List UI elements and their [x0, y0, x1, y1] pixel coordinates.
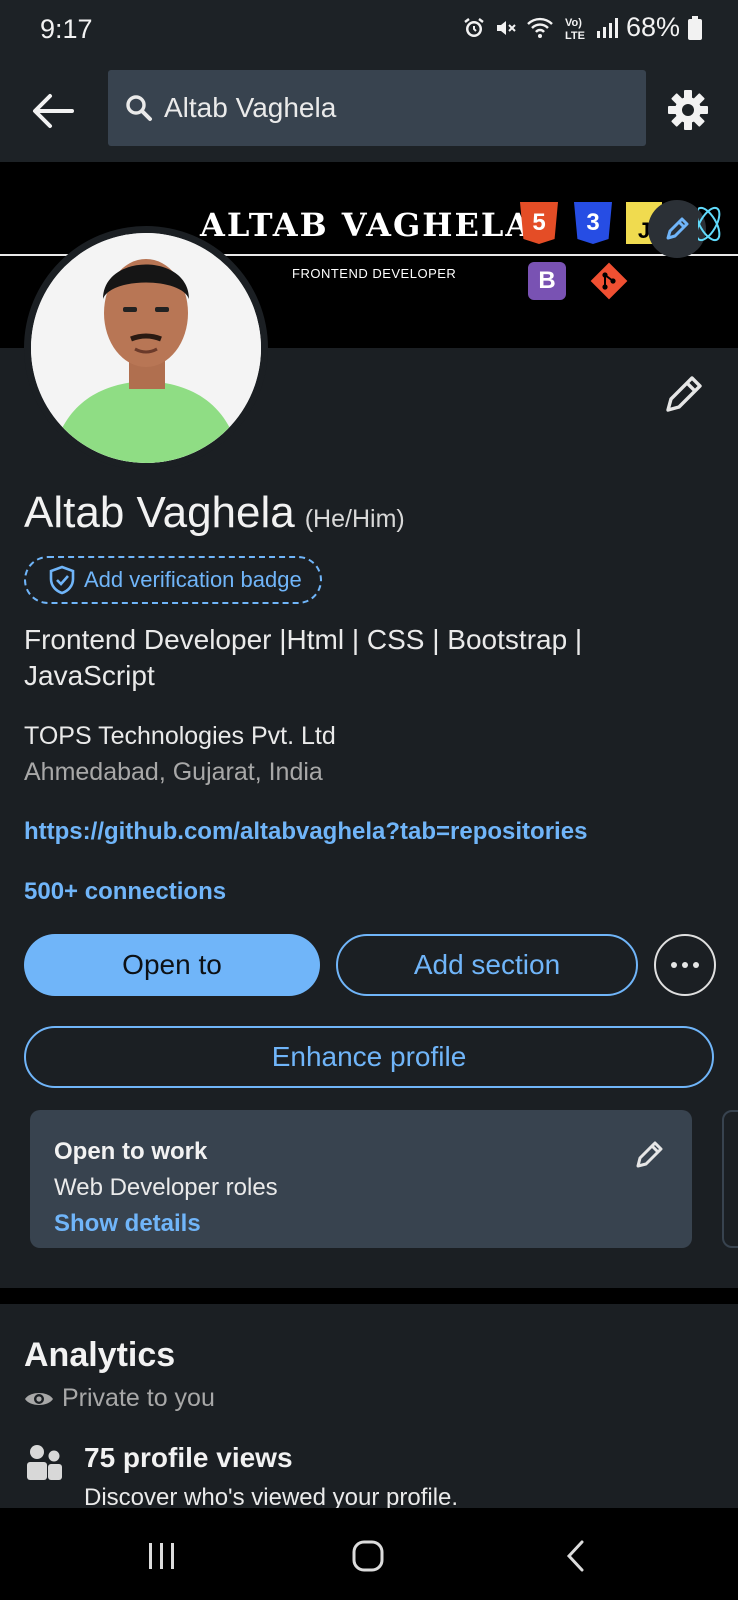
svg-text:LTE: LTE — [565, 30, 585, 42]
pencil-icon — [636, 1141, 663, 1168]
home-button[interactable] — [338, 1528, 398, 1584]
recent-apps-icon — [149, 1543, 174, 1569]
mute-icon — [496, 20, 516, 35]
analytics-section: Analytics Private to you 75 profile view… — [0, 1304, 738, 1511]
system-nav-bar — [0, 1508, 738, 1600]
pencil-icon — [666, 376, 702, 412]
bootstrap-logo: B — [528, 262, 566, 300]
profile-location: Ahmedabad, Gujarat, India — [24, 758, 323, 786]
profile-views-item[interactable]: 75 profile views Discover who's viewed y… — [24, 1442, 458, 1512]
open-to-work-card[interactable]: Open to work Web Developer roles Show de… — [30, 1110, 692, 1248]
pencil-icon — [666, 217, 689, 240]
analytics-privacy: Private to you — [24, 1384, 215, 1413]
add-section-button[interactable]: Add section — [336, 934, 638, 996]
section-separator — [0, 1288, 738, 1304]
back-button[interactable] — [28, 86, 78, 136]
arrow-left-icon — [33, 94, 74, 128]
profile-name: Altab Vaghela — [24, 488, 295, 537]
connections-link[interactable]: 500+ connections — [24, 878, 226, 906]
status-bar: 9:17 Vo) LTE 68% — [0, 0, 738, 58]
open-to-work-roles: Web Developer roles — [54, 1174, 278, 1201]
more-options-button[interactable] — [654, 934, 716, 996]
html5-logo: 5 — [520, 202, 558, 244]
open-to-work-title: Open to work — [54, 1138, 208, 1165]
git-logo — [590, 262, 628, 300]
banner-subtitle: FRONTEND DEVELOPER — [292, 266, 457, 281]
chevron-left-icon — [566, 1540, 584, 1572]
volte-icon: Vo)LTE — [565, 17, 585, 42]
verification-label: Add verification badge — [84, 567, 302, 592]
search-input[interactable]: Altab Vaghela — [108, 70, 646, 146]
add-verification-badge-button[interactable]: Add verification badge — [24, 556, 322, 604]
profile-views-count: 75 profile views — [84, 1442, 293, 1473]
signal-icon — [596, 17, 618, 38]
profile-website-link[interactable]: https://github.com/altabvaghela?tab=repo… — [24, 818, 587, 846]
name-row: Altab Vaghela (He/Him) — [24, 488, 405, 538]
recent-apps-button[interactable] — [132, 1528, 192, 1584]
system-back-button[interactable] — [546, 1528, 606, 1584]
edit-open-to-work-button[interactable] — [632, 1138, 666, 1172]
alarm-icon — [464, 17, 484, 37]
settings-button[interactable] — [662, 84, 714, 136]
search-icon — [126, 95, 152, 121]
open-to-button[interactable]: Open to — [24, 934, 320, 996]
profile-avatar[interactable] — [24, 226, 268, 470]
analytics-title: Analytics — [24, 1336, 176, 1374]
profile-headline: Frontend Developer |Html | CSS | Bootstr… — [24, 624, 583, 691]
enhance-profile-button[interactable]: Enhance profile — [24, 1026, 714, 1088]
react-logo — [698, 206, 721, 242]
svg-text:Vo): Vo) — [565, 17, 582, 29]
next-card-peek[interactable] — [722, 1110, 738, 1248]
gear-icon — [668, 90, 708, 130]
shield-check-icon — [49, 565, 75, 595]
home-icon — [352, 1540, 384, 1572]
people-icon — [27, 1445, 62, 1480]
show-details-link[interactable]: Show details — [54, 1210, 201, 1238]
battery-icon — [688, 15, 702, 40]
status-time: 9:17 — [40, 14, 93, 44]
search-value: Altab Vaghela — [164, 92, 337, 123]
edit-intro-button[interactable] — [660, 370, 708, 418]
profile-company: TOPS Technologies Pvt. Ltd — [24, 722, 336, 750]
profile-photo — [31, 233, 261, 463]
banner-name: ALTAB VAGHELA — [200, 206, 533, 244]
profile-pronouns: (He/Him) — [304, 505, 405, 533]
top-bar: Altab Vaghela — [0, 58, 738, 162]
analytics-privacy-label: Private to you — [62, 1384, 215, 1412]
profile-card: Altab Vaghela (He/Him) Add verification … — [0, 348, 738, 1288]
eye-icon — [25, 1392, 53, 1405]
wifi-icon — [527, 17, 553, 38]
css3-logo: 3 — [574, 202, 612, 244]
battery-percent: 68% — [625, 12, 680, 42]
status-icons: Vo) LTE 68% — [462, 12, 702, 43]
more-horizontal-icon — [671, 962, 699, 968]
